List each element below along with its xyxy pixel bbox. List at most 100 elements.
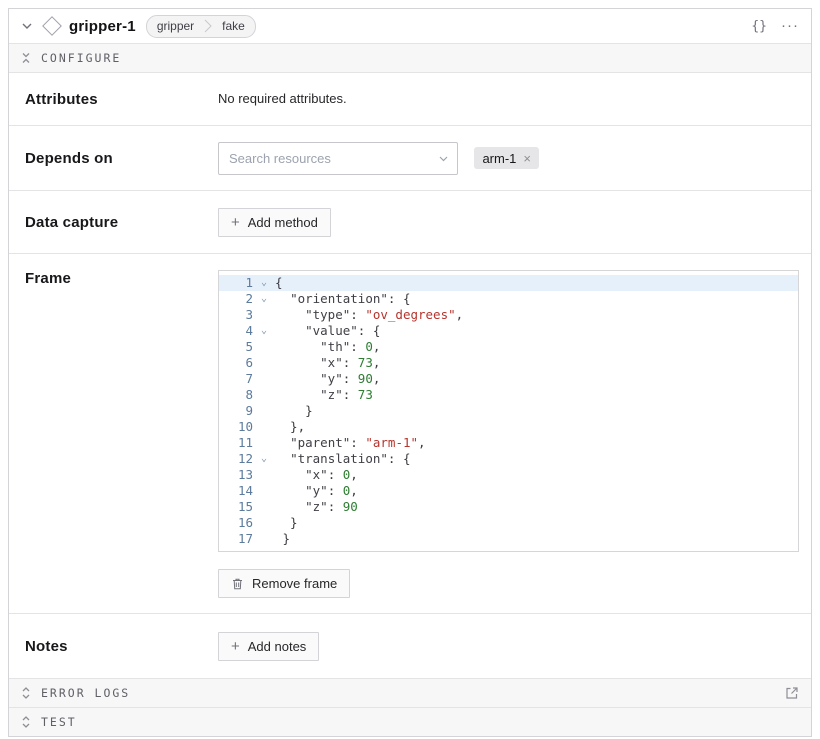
data-capture-row: Data capture + Add method xyxy=(9,191,811,254)
code-text: "value": { xyxy=(275,323,380,339)
line-number: 10 xyxy=(219,419,253,435)
code-text: "orientation": { xyxy=(275,291,410,307)
code-text: "z": 90 xyxy=(275,499,358,515)
editor-line-10[interactable]: 10 }, xyxy=(219,419,798,435)
fold-chevron-icon[interactable]: ⌄ xyxy=(253,275,275,291)
open-in-new-icon[interactable] xyxy=(785,686,799,700)
remove-dependency-icon[interactable]: × xyxy=(523,151,531,166)
fold-chevron-icon[interactable]: ⌄ xyxy=(253,291,275,307)
search-resources-input[interactable] xyxy=(218,142,458,175)
attributes-label: Attributes xyxy=(25,91,218,108)
collapse-chevron-icon[interactable] xyxy=(21,20,33,32)
fold-gutter xyxy=(253,307,275,323)
model-badge-label: fake xyxy=(212,16,255,37)
editor-line-14[interactable]: 14 "y": 0, xyxy=(219,483,798,499)
line-number: 8 xyxy=(219,387,253,403)
editor-line-8[interactable]: 8 "z": 73 xyxy=(219,387,798,403)
editor-line-17[interactable]: 17 } xyxy=(219,531,798,547)
fold-chevron-icon[interactable]: ⌄ xyxy=(253,451,275,467)
dependency-chip-label: arm-1 xyxy=(482,151,516,166)
overflow-menu-icon[interactable]: ··· xyxy=(781,21,799,31)
code-text: } xyxy=(275,515,298,531)
add-notes-button[interactable]: + Add notes xyxy=(218,632,319,661)
line-number: 12 xyxy=(219,451,253,467)
fold-gutter xyxy=(253,339,275,355)
editor-line-15[interactable]: 15 "z": 90 xyxy=(219,499,798,515)
line-number: 6 xyxy=(219,355,253,371)
plus-icon: + xyxy=(231,215,240,230)
frame-editor-lines: 1⌄{2⌄ "orientation": {3 "type": "ov_degr… xyxy=(219,275,798,547)
expand-vertical-icon xyxy=(21,687,31,699)
fold-gutter xyxy=(253,467,275,483)
code-text: "x": 73, xyxy=(275,355,380,371)
editor-line-7[interactable]: 7 "y": 90, xyxy=(219,371,798,387)
line-number: 7 xyxy=(219,371,253,387)
editor-line-13[interactable]: 13 "x": 0, xyxy=(219,467,798,483)
editor-line-2[interactable]: 2⌄ "orientation": { xyxy=(219,291,798,307)
error-logs-section-title: ERROR LOGS xyxy=(41,686,130,700)
attributes-row: Attributes No required attributes. xyxy=(9,73,811,126)
fold-chevron-icon[interactable]: ⌄ xyxy=(253,323,275,339)
fold-gutter xyxy=(253,515,275,531)
trash-icon xyxy=(231,577,244,591)
editor-line-16[interactable]: 16 } xyxy=(219,515,798,531)
frame-row: Frame 1⌄{2⌄ "orientation": {3 "type": "o… xyxy=(9,254,811,614)
editor-line-4[interactable]: 4⌄ "value": { xyxy=(219,323,798,339)
code-text: } xyxy=(275,531,290,547)
code-text: } xyxy=(275,403,313,419)
add-method-label: Add method xyxy=(248,215,318,230)
frame-label: Frame xyxy=(25,270,218,287)
code-text: { xyxy=(275,275,283,291)
editor-line-12[interactable]: 12⌄ "translation": { xyxy=(219,451,798,467)
dependency-chip: arm-1 × xyxy=(474,147,539,169)
line-number: 14 xyxy=(219,483,253,499)
notes-row: Notes + Add notes xyxy=(9,614,811,678)
editor-line-11[interactable]: 11 "parent": "arm-1", xyxy=(219,435,798,451)
fold-gutter xyxy=(253,371,275,387)
line-number: 1 xyxy=(219,275,253,291)
fold-gutter xyxy=(253,403,275,419)
editor-line-5[interactable]: 5 "th": 0, xyxy=(219,339,798,355)
add-method-button[interactable]: + Add method xyxy=(218,208,331,237)
code-text: "th": 0, xyxy=(275,339,380,355)
remove-frame-button[interactable]: Remove frame xyxy=(218,569,350,598)
badge-separator-chevron-icon xyxy=(204,19,212,33)
notes-label: Notes xyxy=(25,638,218,655)
line-number: 13 xyxy=(219,467,253,483)
code-text: "x": 0, xyxy=(275,467,358,483)
remove-frame-label: Remove frame xyxy=(252,576,337,591)
fold-gutter xyxy=(253,419,275,435)
expand-vertical-icon xyxy=(21,716,31,728)
fold-gutter xyxy=(253,435,275,451)
collapse-vertical-icon xyxy=(21,52,31,64)
component-diamond-icon xyxy=(42,16,62,36)
editor-line-6[interactable]: 6 "x": 73, xyxy=(219,355,798,371)
line-number: 9 xyxy=(219,403,253,419)
type-badge-label: gripper xyxy=(147,16,204,37)
line-number: 3 xyxy=(219,307,253,323)
line-number: 16 xyxy=(219,515,253,531)
editor-line-1[interactable]: 1⌄{ xyxy=(219,275,798,291)
component-name: gripper-1 xyxy=(69,18,136,35)
component-header: gripper-1 gripper fake {} ··· xyxy=(9,9,811,44)
line-number: 2 xyxy=(219,291,253,307)
plus-icon: + xyxy=(231,639,240,654)
configure-section-bar[interactable]: CONFIGURE xyxy=(9,44,811,73)
line-number: 5 xyxy=(219,339,253,355)
component-config-card: gripper-1 gripper fake {} ··· CONFIGURE … xyxy=(8,8,812,737)
configure-section-title: CONFIGURE xyxy=(41,51,121,65)
test-section-bar[interactable]: TEST xyxy=(9,707,811,736)
attributes-empty-text: No required attributes. xyxy=(218,91,347,106)
editor-line-9[interactable]: 9 } xyxy=(219,403,798,419)
fold-gutter xyxy=(253,355,275,371)
code-text: "type": "ov_degrees", xyxy=(275,307,463,323)
error-logs-section-bar[interactable]: ERROR LOGS xyxy=(9,678,811,707)
code-text: "parent": "arm-1", xyxy=(275,435,426,451)
fold-gutter xyxy=(253,499,275,515)
fold-gutter xyxy=(253,387,275,403)
json-mode-icon[interactable]: {} xyxy=(751,19,767,34)
editor-line-3[interactable]: 3 "type": "ov_degrees", xyxy=(219,307,798,323)
frame-json-editor[interactable]: 1⌄{2⌄ "orientation": {3 "type": "ov_degr… xyxy=(218,270,799,552)
add-notes-label: Add notes xyxy=(248,639,307,654)
code-text: "z": 73 xyxy=(275,387,373,403)
